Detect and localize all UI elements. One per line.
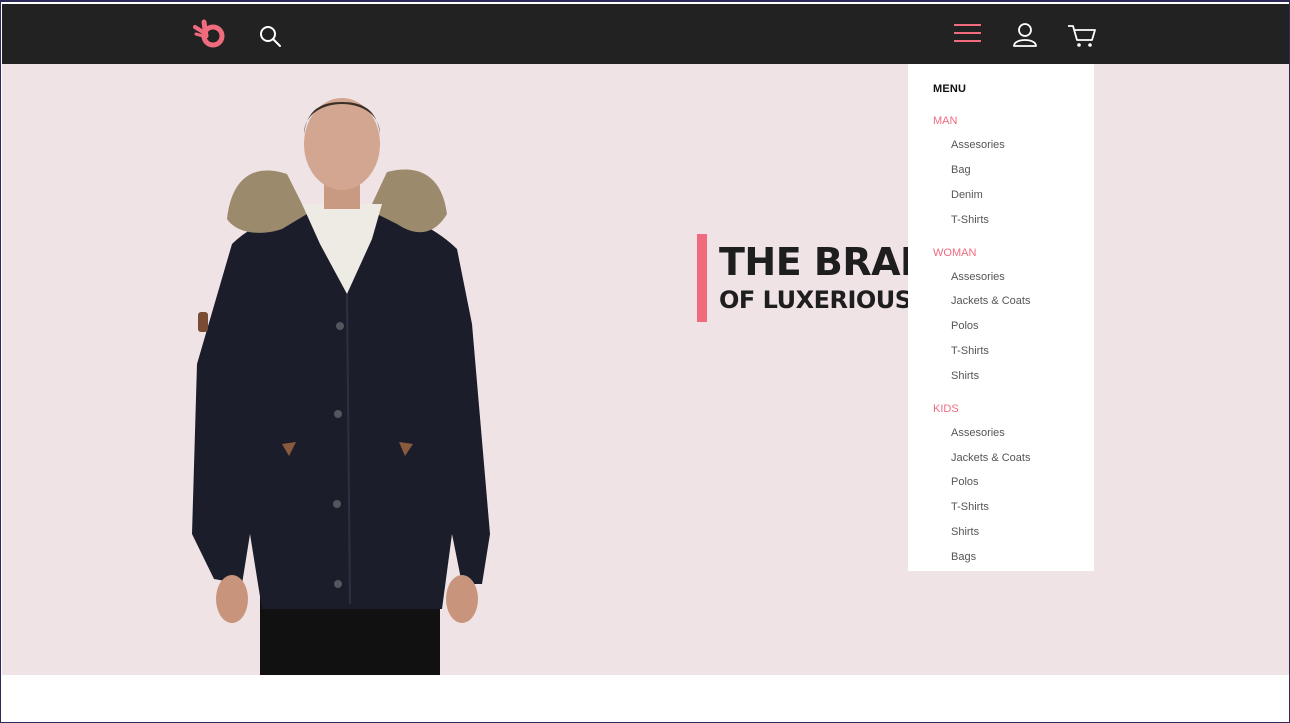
- menu-item-man-denim[interactable]: Denim: [951, 189, 983, 201]
- cart-icon[interactable]: [1066, 21, 1098, 49]
- menu-item-woman-assesories[interactable]: Assesories: [951, 271, 1005, 283]
- hero-subtitle-text: OF LUXERIOUS: [719, 286, 912, 314]
- menu-category-man[interactable]: MAN: [933, 115, 957, 127]
- menu-item-woman-polos[interactable]: Polos: [951, 320, 979, 332]
- menu-item-kids-shirts[interactable]: Shirts: [951, 526, 979, 538]
- user-icon[interactable]: [1011, 21, 1039, 49]
- brand-logo-icon[interactable]: [190, 18, 228, 50]
- menu-title: MENU: [933, 83, 967, 95]
- menu-item-kids-bags[interactable]: Bags: [951, 551, 976, 563]
- top-navigation-bar: [2, 4, 1289, 64]
- model-photo: [192, 98, 490, 675]
- menu-category-woman[interactable]: WOMAN: [933, 247, 976, 259]
- menu-item-kids-jackets-coats[interactable]: Jackets & Coats: [951, 452, 1030, 464]
- menu-category-kids[interactable]: KIDS: [933, 403, 959, 415]
- page-content-below-hero: [2, 675, 1289, 722]
- browser-frame: THE BRAN OF LUXERIOUS F MENU MAN Assesor…: [0, 0, 1290, 723]
- hero-banner: THE BRAN OF LUXERIOUS F: [2, 64, 1289, 675]
- headline-accent-bar: [697, 234, 707, 322]
- menu-item-kids-polos[interactable]: Polos: [951, 476, 979, 488]
- menu-item-woman-tshirts[interactable]: T-Shirts: [951, 345, 989, 357]
- menu-item-kids-assesories[interactable]: Assesories: [951, 427, 1005, 439]
- search-icon[interactable]: [258, 24, 284, 50]
- hero-title: THE BRAN: [719, 240, 932, 284]
- hero-subtitle: OF LUXERIOUS F: [719, 286, 936, 314]
- menu-item-man-tshirts[interactable]: T-Shirts: [951, 214, 989, 226]
- menu-item-man-bag[interactable]: Bag: [951, 164, 971, 176]
- menu-item-kids-tshirts[interactable]: T-Shirts: [951, 501, 989, 513]
- menu-item-woman-shirts[interactable]: Shirts: [951, 370, 979, 382]
- menu-item-woman-jackets-coats[interactable]: Jackets & Coats: [951, 295, 1030, 307]
- dropdown-menu-panel: MENU MAN Assesories Bag Denim T-Shirts W…: [908, 64, 1094, 571]
- hamburger-menu-icon[interactable]: [953, 23, 983, 45]
- menu-item-man-assesories[interactable]: Assesories: [951, 139, 1005, 151]
